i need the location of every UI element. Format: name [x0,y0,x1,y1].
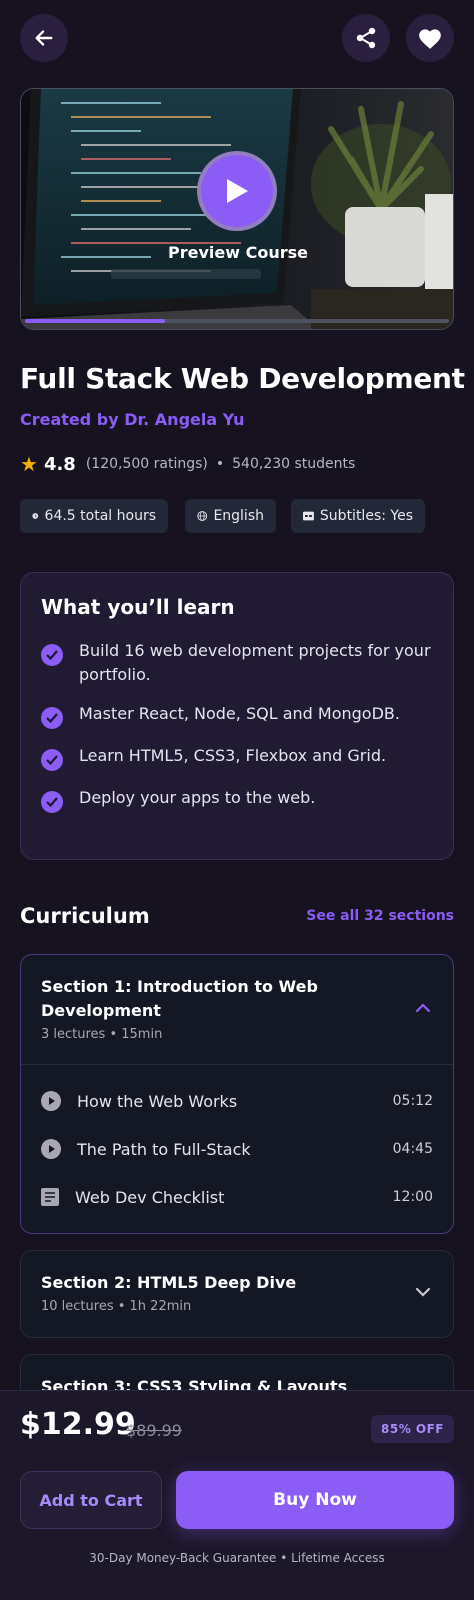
course-preview[interactable]: Preview Course [20,88,454,330]
chevron-up-icon [415,1003,431,1013]
section-title: Section 2: HTML5 Deep Dive [41,1273,297,1292]
subtitles-icon [303,511,314,521]
article-icon [41,1188,59,1206]
lecture-name: How the Web Works [77,1091,238,1111]
clock-icon [32,513,39,519]
check-circle-icon [41,707,63,729]
share-button[interactable] [342,14,390,62]
see-all-sections-link[interactable]: See all 32 sections [306,908,454,924]
section-header[interactable]: Section 1: Introduction to Web Developme… [21,955,453,1065]
learn-item: Learn HTML5, CSS3, Flexbox and Grid. [41,744,433,771]
section-title: Section 1: Introduction to Web Developme… [41,977,318,1020]
learn-item: Deploy your apps to the web. [41,786,433,813]
separator-dot: • [215,456,225,472]
heart-icon [419,29,441,49]
preview-label: Preview Course [168,243,308,262]
preview-progress-fill [25,319,165,323]
check-circle-icon [41,749,63,771]
check-circle-icon [41,791,63,813]
course-title: Full Stack Web Development [20,362,465,395]
add-to-cart-button[interactable]: Add to Cart [20,1471,162,1529]
preview-progress-track [25,319,449,323]
arrow-left-icon [35,30,53,46]
subtitles-tag: Subtitles: Yes [291,499,425,533]
globe-icon [197,511,208,521]
hours-label: 64.5 total hours [44,508,156,524]
guarantee-note: 30-Day Money-Back Guarantee • Lifetime A… [89,1551,385,1565]
rating-score: 4.8 [43,453,76,475]
favorite-button[interactable] [406,14,454,62]
learn-item-text: Deploy your apps to the web. [79,788,316,807]
learn-item-text: Learn HTML5, CSS3, Flexbox and Grid. [79,746,387,765]
play-preview-button[interactable] [197,151,277,231]
play-icon [227,179,248,203]
section-meta: 3 lectures • 15min [41,1027,163,1042]
section-header[interactable]: Section 2: HTML5 Deep Dive 10 lectures •… [21,1251,453,1314]
lecture-item[interactable]: Web Dev Checklist 12:00 [21,1173,453,1221]
section-meta: 10 lectures • 1h 22min [41,1299,192,1314]
learn-card: What you’ll learn Build 16 web developme… [20,572,454,860]
lecture-item[interactable]: The Path to Full-Stack 04:45 [21,1125,453,1173]
students-count: 540,230 students [232,456,356,472]
star-icon: ★ [20,452,38,476]
current-price: $12.99 [20,1407,136,1442]
learn-item-text: Build 16 web development projects for yo… [79,641,431,684]
share-icon [356,27,376,49]
buy-now-button[interactable]: Buy Now [176,1471,454,1529]
play-circle-icon [41,1139,61,1159]
curriculum-section-2[interactable]: Section 2: HTML5 Deep Dive 10 lectures •… [20,1250,454,1338]
rating-row: ★ 4.8 (120,500 ratings) • 540,230 studen… [20,452,355,476]
learn-title: What you’ll learn [41,595,235,619]
subtitles-label: Subtitles: Yes [319,508,413,524]
curriculum-section-1: Section 1: Introduction to Web Developme… [20,954,454,1234]
course-creator-link[interactable]: Created by Dr. Angela Yu [20,410,245,429]
learn-item-text: Master React, Node, SQL and MongoDB. [79,704,400,723]
purchase-bar: $12.99 $89.99 85% OFF Add to Cart Buy No… [0,1390,474,1600]
discount-badge: 85% OFF [371,1415,454,1443]
learn-item: Master React, Node, SQL and MongoDB. [41,702,433,729]
lecture-duration: 05:12 [392,1093,433,1109]
language-tag: English [185,499,276,533]
hours-tag: 64.5 total hours [20,499,168,533]
curriculum-title: Curriculum [20,904,150,928]
play-circle-icon [41,1091,61,1111]
lecture-name: Web Dev Checklist [75,1187,225,1207]
original-price: $89.99 [126,1421,182,1440]
chevron-down-icon [415,1287,431,1297]
lecture-duration: 04:45 [392,1141,433,1157]
check-circle-icon [41,644,63,666]
ratings-count: (120,500 ratings) [85,456,208,472]
lecture-item[interactable]: How the Web Works 05:12 [21,1077,453,1125]
learn-item: Build 16 web development projects for yo… [41,639,433,687]
back-button[interactable] [20,14,68,62]
language-label: English [213,508,264,524]
lecture-name: The Path to Full-Stack [77,1139,251,1159]
lecture-duration: 12:00 [392,1189,433,1205]
